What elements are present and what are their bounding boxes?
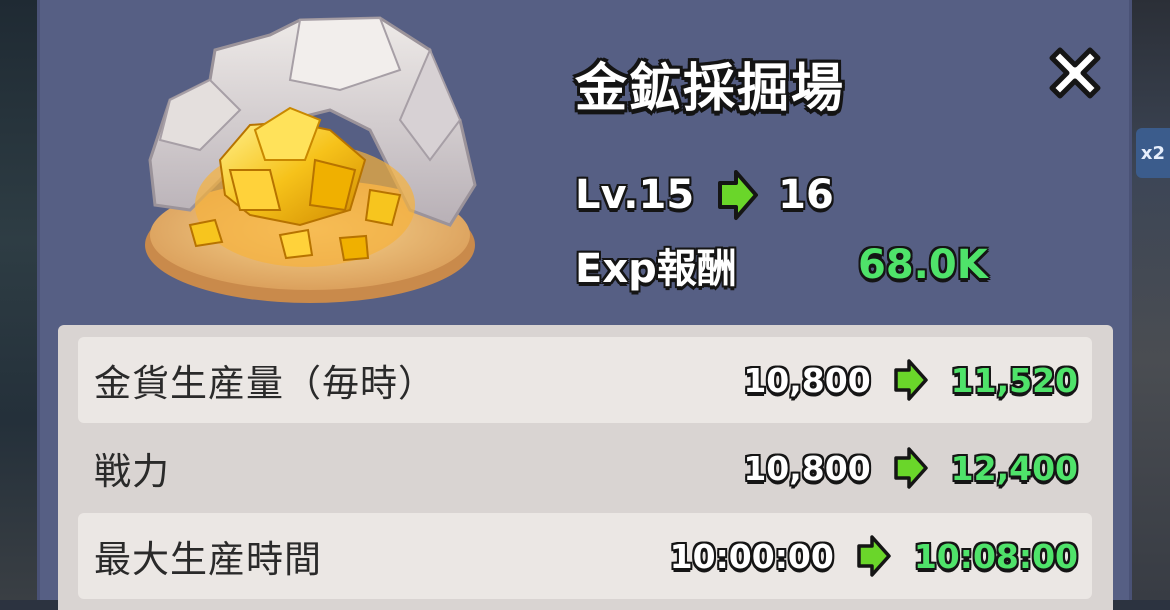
level-row: Lv.15 16 bbox=[575, 170, 834, 220]
exp-reward-row: Exp報酬 68.0K bbox=[575, 240, 1015, 292]
stat-values: 10,800 12,400 bbox=[743, 447, 1078, 489]
background-badge: x2 bbox=[1136, 128, 1170, 178]
stat-next-value: 12,400 bbox=[950, 448, 1078, 488]
stat-current-value: 10:00:00 bbox=[669, 536, 834, 576]
stat-row-max-production-time: 最大生産時間 10:00:00 10:08:00 bbox=[78, 513, 1092, 599]
stat-next-value: 10:08:00 bbox=[913, 536, 1078, 576]
arrow-right-icon bbox=[716, 169, 760, 221]
stat-values: 10:00:00 10:08:00 bbox=[670, 535, 1078, 577]
stat-current-value: 10,800 bbox=[743, 448, 871, 488]
stat-row-gold-production: 金貨生産量（毎時） 10,800 11,520 bbox=[78, 337, 1092, 423]
background-right bbox=[1130, 0, 1170, 600]
background-left bbox=[0, 0, 40, 600]
current-level: Lv.15 bbox=[575, 172, 695, 218]
stat-label: 最大生産時間 bbox=[94, 538, 322, 581]
close-icon bbox=[1049, 47, 1101, 99]
stat-next-value: 11,520 bbox=[950, 360, 1078, 400]
stat-current-value: 10,800 bbox=[743, 360, 871, 400]
arrow-right-icon bbox=[893, 359, 929, 401]
close-button[interactable] bbox=[1040, 40, 1110, 106]
arrow-right-icon bbox=[893, 447, 929, 489]
arrow-right-icon bbox=[856, 535, 892, 577]
next-level: 16 bbox=[778, 172, 834, 218]
stat-label: 戦力 bbox=[94, 450, 170, 493]
exp-reward-label: Exp報酬 bbox=[575, 246, 737, 292]
stat-label: 金貨生産量（毎時） bbox=[94, 362, 436, 405]
building-title: 金鉱採掘場 bbox=[575, 59, 846, 119]
stat-values: 10,800 11,520 bbox=[743, 359, 1078, 401]
gold-mine-icon bbox=[145, 16, 477, 303]
stats-list: 金貨生産量（毎時） 10,800 11,520 戦力 10,800 12,400… bbox=[58, 325, 1113, 610]
stat-row-power: 戦力 10,800 12,400 bbox=[78, 425, 1092, 511]
exp-reward-value: 68.0K bbox=[858, 242, 988, 288]
